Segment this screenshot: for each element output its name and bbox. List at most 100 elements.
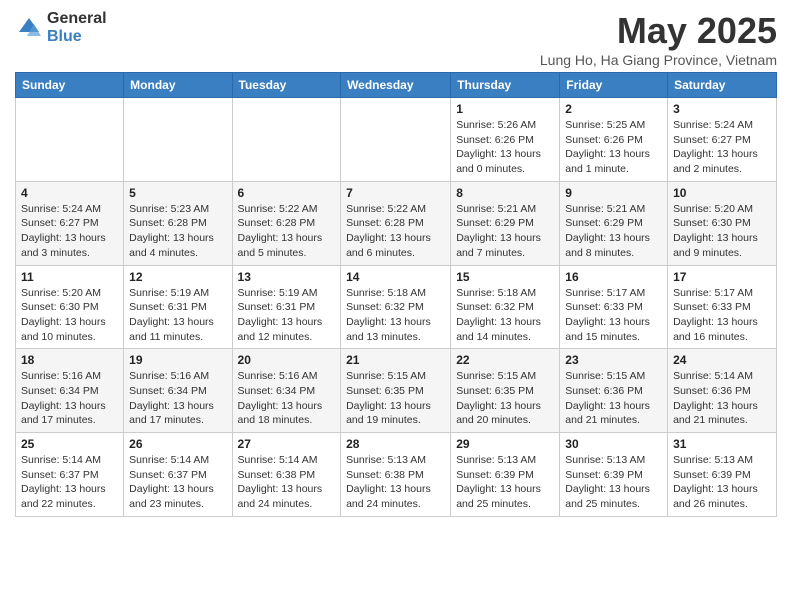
day-info: Sunrise: 5:20 AM Sunset: 6:30 PM Dayligh…: [21, 286, 118, 345]
day-number: 26: [129, 437, 226, 451]
day-number: 10: [673, 186, 771, 200]
weekday-header-thursday: Thursday: [451, 73, 560, 98]
calendar-cell: 21 Sunrise: 5:15 AM Sunset: 6:35 PM Dayli…: [341, 349, 451, 433]
day-info: Sunrise: 5:22 AM Sunset: 6:28 PM Dayligh…: [346, 202, 445, 261]
day-number: 2: [565, 102, 662, 116]
calendar-cell: 5Sunrise: 5:23 AM Sunset: 6:28 PM Daylig…: [124, 181, 232, 265]
day-info: Sunrise: 5:26 AM Sunset: 6:26 PM Dayligh…: [456, 118, 554, 177]
weekday-header-monday: Monday: [124, 73, 232, 98]
calendar-cell: 24Sunrise: 5:14 AM Sunset: 6:36 PM Dayli…: [668, 349, 777, 433]
calendar-cell: 19Sunrise: 5:16 AM Sunset: 6:34 PM Dayli…: [124, 349, 232, 433]
calendar-cell: 8 Sunrise: 5:21 AM Sunset: 6:29 PM Daylig…: [451, 181, 560, 265]
calendar-cell: 25Sunrise: 5:14 AM Sunset: 6:37 PM Dayli…: [16, 433, 124, 517]
logo-icon: [15, 14, 43, 42]
calendar-cell: 7 Sunrise: 5:22 AM Sunset: 6:28 PM Daylig…: [341, 181, 451, 265]
weekday-header-friday: Friday: [560, 73, 668, 98]
calendar-cell: 6 Sunrise: 5:22 AM Sunset: 6:28 PM Daylig…: [232, 181, 341, 265]
calendar-cell: [232, 98, 341, 182]
day-info: Sunrise: 5:15 AM Sunset: 6:35 PM Dayligh…: [456, 369, 554, 428]
day-number: 30: [565, 437, 662, 451]
day-number: 24: [673, 353, 771, 367]
calendar-table: SundayMondayTuesdayWednesdayThursdayFrid…: [15, 72, 777, 517]
weekday-header-saturday: Saturday: [668, 73, 777, 98]
day-info: Sunrise: 5:19 AM Sunset: 6:31 PM Dayligh…: [129, 286, 226, 345]
day-number: 13: [238, 270, 336, 284]
day-number: 8: [456, 186, 554, 200]
day-info: Sunrise: 5:20 AM Sunset: 6:30 PM Dayligh…: [673, 202, 771, 261]
day-info: Sunrise: 5:24 AM Sunset: 6:27 PM Dayligh…: [21, 202, 118, 261]
day-info: Sunrise: 5:22 AM Sunset: 6:28 PM Dayligh…: [238, 202, 336, 261]
day-info: Sunrise: 5:21 AM Sunset: 6:29 PM Dayligh…: [565, 202, 662, 261]
day-info: Sunrise: 5:18 AM Sunset: 6:32 PM Dayligh…: [346, 286, 445, 345]
day-number: 9: [565, 186, 662, 200]
day-number: 29: [456, 437, 554, 451]
day-number: 21: [346, 353, 445, 367]
day-number: 31: [673, 437, 771, 451]
calendar-cell: 31 Sunrise: 5:13 AM Sunset: 6:39 PM Dayli…: [668, 433, 777, 517]
day-number: 1: [456, 102, 554, 116]
calendar-cell: 4 Sunrise: 5:24 AM Sunset: 6:27 PM Daylig…: [16, 181, 124, 265]
calendar-cell: 2Sunrise: 5:25 AM Sunset: 6:26 PM Daylig…: [560, 98, 668, 182]
calendar-cell: 3Sunrise: 5:24 AM Sunset: 6:27 PM Daylig…: [668, 98, 777, 182]
calendar-cell: 9 Sunrise: 5:21 AM Sunset: 6:29 PM Daylig…: [560, 181, 668, 265]
day-number: 18: [21, 353, 118, 367]
calendar-subtitle: Lung Ho, Ha Giang Province, Vietnam: [540, 52, 777, 68]
weekday-header-row: SundayMondayTuesdayWednesdayThursdayFrid…: [16, 73, 777, 98]
calendar-cell: 10 Sunrise: 5:20 AM Sunset: 6:30 PM Dayli…: [668, 181, 777, 265]
day-info: Sunrise: 5:19 AM Sunset: 6:31 PM Dayligh…: [238, 286, 336, 345]
day-number: 6: [238, 186, 336, 200]
day-info: Sunrise: 5:18 AM Sunset: 6:32 PM Dayligh…: [456, 286, 554, 345]
calendar-cell: 20Sunrise: 5:16 AM Sunset: 6:34 PM Dayli…: [232, 349, 341, 433]
calendar-cell: 29 Sunrise: 5:13 AM Sunset: 6:39 PM Dayli…: [451, 433, 560, 517]
calendar-week-row: 18 Sunrise: 5:16 AM Sunset: 6:34 PM Dayli…: [16, 349, 777, 433]
day-number: 4: [21, 186, 118, 200]
day-number: 12: [129, 270, 226, 284]
calendar-cell: 22 Sunrise: 5:15 AM Sunset: 6:35 PM Dayli…: [451, 349, 560, 433]
day-info: Sunrise: 5:16 AM Sunset: 6:34 PM Dayligh…: [21, 369, 118, 428]
day-number: 20: [238, 353, 336, 367]
day-number: 16: [565, 270, 662, 284]
day-number: 27: [238, 437, 336, 451]
weekday-header-tuesday: Tuesday: [232, 73, 341, 98]
calendar-cell: 12 Sunrise: 5:19 AM Sunset: 6:31 PM Dayli…: [124, 265, 232, 349]
weekday-header-wednesday: Wednesday: [341, 73, 451, 98]
day-info: Sunrise: 5:13 AM Sunset: 6:39 PM Dayligh…: [565, 453, 662, 512]
day-number: 3: [673, 102, 771, 116]
day-info: Sunrise: 5:15 AM Sunset: 6:35 PM Dayligh…: [346, 369, 445, 428]
day-info: Sunrise: 5:15 AM Sunset: 6:36 PM Dayligh…: [565, 369, 662, 428]
day-info: Sunrise: 5:14 AM Sunset: 6:38 PM Dayligh…: [238, 453, 336, 512]
day-number: 14: [346, 270, 445, 284]
day-info: Sunrise: 5:16 AM Sunset: 6:34 PM Dayligh…: [129, 369, 226, 428]
calendar-week-row: 25Sunrise: 5:14 AM Sunset: 6:37 PM Dayli…: [16, 433, 777, 517]
day-number: 7: [346, 186, 445, 200]
day-number: 11: [21, 270, 118, 284]
calendar-week-row: 1 Sunrise: 5:26 AM Sunset: 6:26 PM Daylig…: [16, 98, 777, 182]
calendar-cell: 14 Sunrise: 5:18 AM Sunset: 6:32 PM Dayli…: [341, 265, 451, 349]
calendar-cell: 26Sunrise: 5:14 AM Sunset: 6:37 PM Dayli…: [124, 433, 232, 517]
logo-general-label: General: [47, 10, 107, 28]
day-info: Sunrise: 5:17 AM Sunset: 6:33 PM Dayligh…: [565, 286, 662, 345]
logo-text: General Blue: [47, 10, 107, 45]
day-number: 5: [129, 186, 226, 200]
calendar-cell: 17Sunrise: 5:17 AM Sunset: 6:33 PM Dayli…: [668, 265, 777, 349]
calendar-cell: 16 Sunrise: 5:17 AM Sunset: 6:33 PM Dayli…: [560, 265, 668, 349]
day-info: Sunrise: 5:13 AM Sunset: 6:38 PM Dayligh…: [346, 453, 445, 512]
calendar-cell: [124, 98, 232, 182]
day-info: Sunrise: 5:13 AM Sunset: 6:39 PM Dayligh…: [456, 453, 554, 512]
day-number: 15: [456, 270, 554, 284]
day-number: 22: [456, 353, 554, 367]
calendar-cell: 13 Sunrise: 5:19 AM Sunset: 6:31 PM Dayli…: [232, 265, 341, 349]
calendar-title: May 2025: [540, 10, 777, 52]
calendar-cell: 30 Sunrise: 5:13 AM Sunset: 6:39 PM Dayli…: [560, 433, 668, 517]
day-info: Sunrise: 5:21 AM Sunset: 6:29 PM Dayligh…: [456, 202, 554, 261]
calendar-cell: 28 Sunrise: 5:13 AM Sunset: 6:38 PM Dayli…: [341, 433, 451, 517]
day-number: 23: [565, 353, 662, 367]
calendar-cell: 23 Sunrise: 5:15 AM Sunset: 6:36 PM Dayli…: [560, 349, 668, 433]
logo: General Blue: [15, 10, 107, 45]
day-info: Sunrise: 5:14 AM Sunset: 6:37 PM Dayligh…: [21, 453, 118, 512]
title-block: May 2025 Lung Ho, Ha Giang Province, Vie…: [540, 10, 777, 68]
calendar-cell: [16, 98, 124, 182]
calendar-cell: 1 Sunrise: 5:26 AM Sunset: 6:26 PM Daylig…: [451, 98, 560, 182]
day-info: Sunrise: 5:13 AM Sunset: 6:39 PM Dayligh…: [673, 453, 771, 512]
day-number: 28: [346, 437, 445, 451]
